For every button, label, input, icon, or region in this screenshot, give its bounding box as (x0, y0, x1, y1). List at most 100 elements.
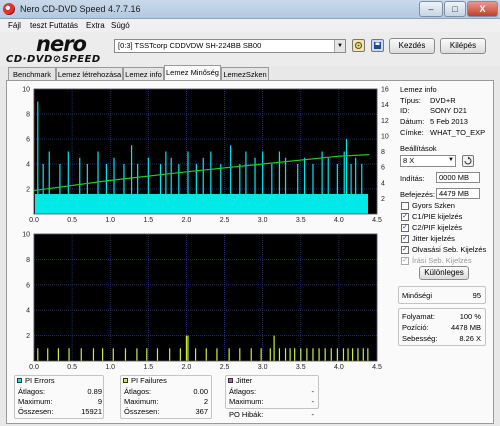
progress-label: Folyamat: (402, 312, 435, 321)
chevron-down-icon: ▼ (448, 157, 454, 163)
y-tick-label: 10 (22, 232, 30, 239)
pi-errors-chart: 0.0 0.5 1.0 1.5 2.0 2.5 3.0 3.5 4.0 4.5 2 4 6 8 10 2 4 6 8… (22, 87, 389, 225)
x-tick-label: 4.0 (334, 217, 344, 224)
end-position-input[interactable]: 4479 MB (436, 188, 480, 199)
y2-tick-label: 6 (381, 165, 385, 172)
disc-label-label: Címke: (400, 128, 424, 137)
pi-errors-title: PI Errors (25, 376, 55, 385)
y-tick-label: 2 (26, 333, 30, 340)
pi-errors-avg-value: 0.89 (87, 387, 102, 396)
pi-failures-total-label: Összesen: (124, 407, 160, 416)
c2-pif-checkbox[interactable]: ✓ (401, 224, 409, 232)
end-position-label: Befejezés: (400, 190, 436, 199)
speed-value: 8.26 X (459, 334, 481, 343)
c1-pie-label: C1/PIE kijelzés (412, 212, 463, 221)
pi-failures-total-value: 367 (195, 407, 208, 416)
x-tick-label: 0.5 (67, 364, 77, 371)
pi-errors-total-value: 15921 (81, 407, 102, 416)
start-position-input[interactable]: 0000 MB (436, 172, 480, 183)
position-value: 4478 MB (450, 323, 481, 332)
start-position-label: Indítás: (400, 174, 425, 183)
disc-info-title: Lemez info (400, 85, 437, 94)
x-tick-label: 4.0 (334, 364, 344, 371)
x-tick-label: 0.0 (29, 364, 39, 371)
advanced-button[interactable]: Különleges (419, 266, 469, 280)
y2-tick-label: 10 (381, 133, 389, 140)
disc-id-label: ID: (400, 106, 410, 115)
pi-failures-title: PI Failures (131, 376, 167, 385)
quality-score-value: 95 (472, 291, 481, 300)
disc-label-value: WHAT_TO_EXP (430, 128, 486, 137)
y-tick-label: 10 (22, 87, 30, 94)
pi-failures-chart: 0.0 0.5 1.0 1.5 2.0 2.5 3.0 3.5 4.0 4.5 2 4 6 8 10 (22, 232, 382, 372)
disc-type-value: DVD+R (430, 96, 456, 105)
disc-date-value: 5 Feb 2013 (430, 117, 468, 126)
jitter-max-label: Maximum: (229, 397, 264, 406)
x-tick-label: 4.5 (372, 364, 382, 371)
pi-errors-avg-label: Átlagos: (18, 387, 46, 396)
po-errors-value: - (311, 410, 315, 419)
jitter-avg-label: Átlagos: (229, 387, 257, 396)
disc-type-label: Típus: (400, 96, 421, 105)
x-tick-label: 4.5 (372, 217, 382, 224)
disc-id-value: SONY D21 (430, 106, 467, 115)
pi-failures-avg-label: Átlagos: (124, 387, 152, 396)
x-tick-label: 1.0 (105, 217, 115, 224)
read-speed-checkbox[interactable]: ✓ (401, 246, 409, 254)
plot-area (34, 234, 377, 361)
x-tick-label: 3.0 (258, 364, 268, 371)
baseline-bars (35, 194, 368, 214)
jitter-checkbox[interactable]: ✓ (401, 235, 409, 243)
x-tick-label: 3.5 (296, 217, 306, 224)
x-tick-label: 2.0 (182, 217, 192, 224)
x-tick-label: 1.5 (143, 217, 153, 224)
write-speed-checkbox: ✓ (401, 257, 409, 265)
x-tick-label: 3.5 (296, 364, 306, 371)
y-tick-label: 8 (26, 112, 30, 119)
y-tick-label: 4 (26, 308, 30, 315)
speed-select[interactable]: 8 X ▼ (400, 155, 456, 167)
c1-pie-checkbox[interactable]: ✓ (401, 213, 409, 221)
pi-errors-swatch (17, 378, 22, 383)
po-errors-label: PO Hibák: (229, 410, 264, 419)
x-tick-label: 1.0 (105, 364, 115, 371)
jitter-max-value: - (311, 397, 315, 406)
pi-errors-max-value: 9 (97, 397, 102, 406)
pi-failures-swatch (123, 378, 128, 383)
x-tick-label: 0.5 (67, 217, 77, 224)
speed-refresh-icon[interactable] (462, 155, 474, 167)
quick-scan-label: Gyors Szken (412, 201, 455, 210)
x-tick-label: 3.0 (258, 217, 268, 224)
y2-tick-label: 8 (381, 149, 385, 156)
pi-errors-total-label: Összesen: (18, 407, 54, 416)
c2-pif-label: C2/PIF kijelzés (412, 223, 463, 232)
progress-value: 100 % (459, 312, 481, 321)
y-tick-label: 2 (26, 187, 30, 194)
y-tick-label: 6 (26, 137, 30, 144)
x-tick-label: 0.0 (29, 217, 39, 224)
x-tick-label: 2.5 (220, 217, 230, 224)
jitter-label: Jitter kijelzés (412, 234, 455, 243)
write-speed-label: Írási Seb. Kijelzés (412, 256, 472, 265)
y-tick-label: 4 (26, 162, 30, 169)
y2-tick-label: 14 (381, 102, 389, 109)
jitter-avg-value: - (311, 387, 315, 396)
y-tick-label: 6 (26, 282, 30, 289)
y2-tick-label: 12 (381, 118, 389, 125)
pi-failures-avg-value: 0.00 (193, 387, 208, 396)
speed-select-value: 8 X (403, 156, 415, 165)
x-tick-label: 2.5 (220, 364, 230, 371)
disc-date-label: Dátum: (400, 117, 425, 126)
settings-title: Beállítások (400, 144, 437, 153)
x-tick-label: 1.5 (143, 364, 153, 371)
y2-tick-label: 4 (381, 180, 385, 187)
pi-failures-max-label: Maximum: (124, 397, 159, 406)
jitter-title: Jitter (236, 376, 253, 385)
y2-tick-label: 2 (381, 196, 385, 203)
quick-scan-checkbox[interactable] (401, 202, 409, 210)
pi-failures-max-value: 2 (203, 397, 208, 406)
x-tick-label: 2.0 (182, 364, 192, 371)
quality-score-label: Minőségi (402, 291, 433, 300)
y2-tick-label: 16 (381, 87, 389, 94)
y-tick-label: 8 (26, 257, 30, 264)
